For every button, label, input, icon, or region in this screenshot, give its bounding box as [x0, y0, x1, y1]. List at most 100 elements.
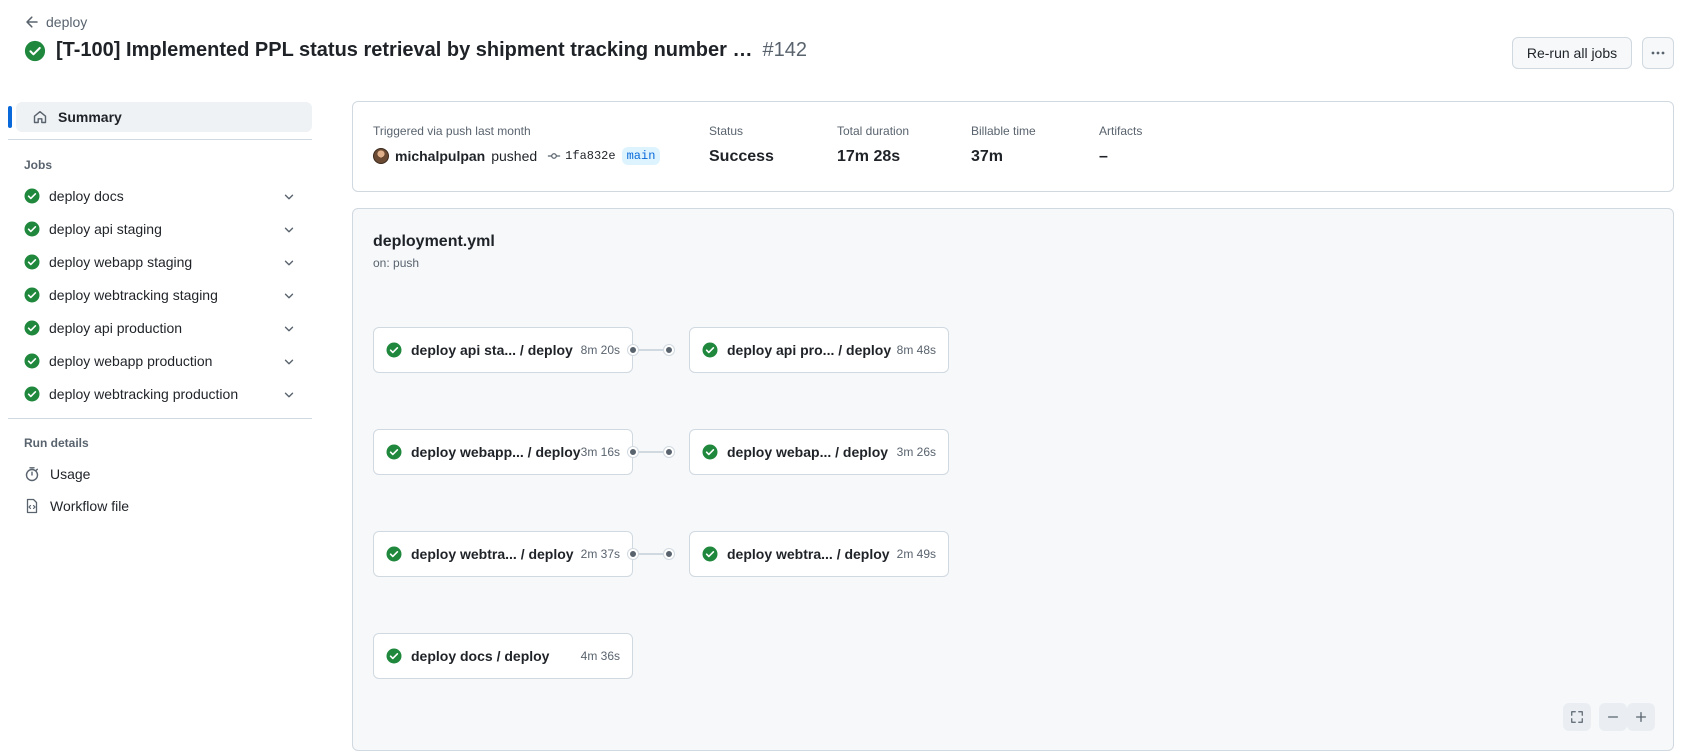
- chevron-down-icon[interactable]: [282, 355, 296, 369]
- run-number: #142: [762, 39, 807, 61]
- avatar[interactable]: [373, 148, 389, 164]
- job-node-duration: 3m 16s: [580, 445, 620, 459]
- sidebar-job-label: deploy webtracking staging: [49, 287, 218, 303]
- sidebar-item-usage[interactable]: Usage: [16, 459, 304, 489]
- run-details-heading: Run details: [24, 436, 89, 450]
- connector-dot: [664, 447, 674, 457]
- connector-dot: [628, 345, 638, 355]
- graph-job-node[interactable]: deploy webapp... / deploy 3m 16s: [373, 429, 633, 475]
- chevron-down-icon[interactable]: [282, 289, 296, 303]
- sidebar-item-label: Summary: [58, 109, 122, 125]
- branch-badge[interactable]: main: [621, 147, 661, 165]
- check-circle-fill-icon: [702, 342, 718, 358]
- check-circle-fill-icon: [386, 342, 402, 358]
- check-circle-fill-icon: [386, 444, 402, 460]
- duration-label: Total duration: [837, 124, 910, 138]
- home-icon: [33, 111, 47, 124]
- dash-icon: [1607, 716, 1619, 718]
- trigger-action: pushed: [491, 148, 538, 164]
- check-circle-fill-icon: [24, 254, 40, 270]
- graph-job-node[interactable]: deploy webtra... / deploy 2m 49s: [689, 531, 949, 577]
- sidebar-job-deploy-webtracking-production[interactable]: deploy webtracking production: [16, 379, 304, 409]
- billable-value[interactable]: 37m: [971, 148, 1036, 166]
- sidebar-job-label: deploy webapp production: [49, 353, 213, 369]
- file-code-icon: [26, 498, 38, 514]
- workflow-graph: deployment.yml on: push deploy api sta..…: [352, 208, 1674, 751]
- check-circle-fill-icon: [24, 40, 46, 61]
- actor-link[interactable]: michalpulpan: [395, 148, 485, 164]
- zoom-out-button[interactable]: [1599, 703, 1627, 731]
- graph-job-node[interactable]: deploy webap... / deploy 3m 26s: [689, 429, 949, 475]
- sidebar-job-deploy-docs[interactable]: deploy docs: [16, 181, 304, 211]
- job-node-duration: 8m 48s: [896, 343, 936, 357]
- commit-link[interactable]: 1fa832e: [547, 149, 616, 163]
- job-node-name: deploy docs / deploy: [411, 648, 550, 664]
- sidebar-job-deploy-webapp-staging[interactable]: deploy webapp staging: [16, 247, 304, 277]
- job-node-name: deploy api sta... / deploy: [411, 342, 573, 358]
- kebab-horizontal-icon: [1651, 51, 1665, 55]
- job-node-duration: 2m 49s: [896, 547, 936, 561]
- job-node-name: deploy webap... / deploy: [727, 444, 889, 460]
- plus-icon: [1635, 711, 1647, 723]
- check-circle-fill-icon: [24, 386, 40, 402]
- connector-dot: [664, 549, 674, 559]
- job-node-name: deploy webtra... / deploy: [411, 546, 574, 562]
- check-circle-fill-icon: [702, 546, 718, 562]
- graph-job-node[interactable]: deploy docs / deploy 4m 36s: [373, 633, 633, 679]
- commit-sha: 1fa832e: [565, 149, 616, 163]
- run-summary-card: Triggered via push last month michalpulp…: [352, 101, 1674, 192]
- sidebar-job-label: deploy docs: [49, 188, 124, 204]
- arrow-left-icon: [26, 16, 38, 28]
- sidebar-job-label: deploy api staging: [49, 221, 162, 237]
- sidebar-job-label: deploy webtracking production: [49, 386, 239, 402]
- check-circle-fill-icon: [24, 188, 40, 204]
- chevron-down-icon[interactable]: [282, 388, 296, 402]
- back-link-label: deploy: [46, 14, 88, 30]
- chevron-down-icon[interactable]: [282, 190, 296, 204]
- page-title: [T-100] Implemented PPL status retrieval…: [56, 39, 753, 61]
- chevron-down-icon[interactable]: [282, 256, 296, 270]
- divider: [8, 139, 312, 140]
- graph-job-node[interactable]: deploy api pro... / deploy 8m 48s: [689, 327, 949, 373]
- job-node-name: deploy api pro... / deploy: [727, 342, 892, 358]
- check-circle-fill-icon: [702, 444, 718, 460]
- status-label: Status: [709, 124, 744, 138]
- fullscreen-button[interactable]: [1563, 703, 1591, 731]
- more-options-button[interactable]: [1642, 37, 1674, 69]
- graph-job-node[interactable]: deploy webtra... / deploy 2m 37s: [373, 531, 633, 577]
- back-link[interactable]: deploy: [24, 14, 87, 30]
- trigger-label: Triggered via push last month: [373, 124, 531, 138]
- sidebar-item-workflow-file[interactable]: Workflow file: [16, 491, 304, 521]
- job-node-duration: 3m 26s: [896, 445, 936, 459]
- check-circle-fill-icon: [24, 287, 40, 303]
- job-node-name: deploy webtra... / deploy: [727, 546, 890, 562]
- jobs-heading: Jobs: [24, 158, 53, 172]
- job-node-duration: 2m 37s: [580, 547, 620, 561]
- check-circle-fill-icon: [386, 546, 402, 562]
- workflow-name[interactable]: deployment.yml: [373, 233, 495, 251]
- job-node-name: deploy webapp... / deploy: [411, 444, 581, 460]
- sidebar-job-deploy-api-production[interactable]: deploy api production: [16, 313, 304, 343]
- check-circle-fill-icon: [386, 648, 402, 664]
- run-title-row: [T-100] Implemented PPL status retrieval…: [24, 39, 807, 62]
- chevron-down-icon[interactable]: [282, 322, 296, 336]
- connector-dot: [664, 345, 674, 355]
- workflow-trigger: on: push: [373, 256, 420, 270]
- rerun-all-jobs-button[interactable]: Re-run all jobs: [1512, 37, 1632, 69]
- job-node-duration: 4m 36s: [580, 649, 620, 663]
- divider: [8, 418, 312, 419]
- sidebar-job-deploy-webapp-production[interactable]: deploy webapp production: [16, 346, 304, 376]
- zoom-in-button[interactable]: [1627, 703, 1655, 731]
- duration-value: 17m 28s: [837, 148, 901, 165]
- stopwatch-icon: [25, 467, 39, 482]
- artifacts-value: –: [1099, 148, 1108, 165]
- graph-job-node[interactable]: deploy api sta... / deploy 8m 20s: [373, 327, 633, 373]
- connector-dot: [628, 447, 638, 457]
- sidebar-job-deploy-api-staging[interactable]: deploy api staging: [16, 214, 304, 244]
- git-commit-icon: [548, 153, 561, 159]
- chevron-down-icon[interactable]: [282, 223, 296, 237]
- sidebar-job-label: deploy webapp staging: [49, 254, 193, 270]
- billable-stat: Billable time 37m: [971, 124, 1036, 166]
- sidebar-job-deploy-webtracking-staging[interactable]: deploy webtracking staging: [16, 280, 304, 310]
- sidebar-item-summary[interactable]: Summary: [8, 102, 312, 132]
